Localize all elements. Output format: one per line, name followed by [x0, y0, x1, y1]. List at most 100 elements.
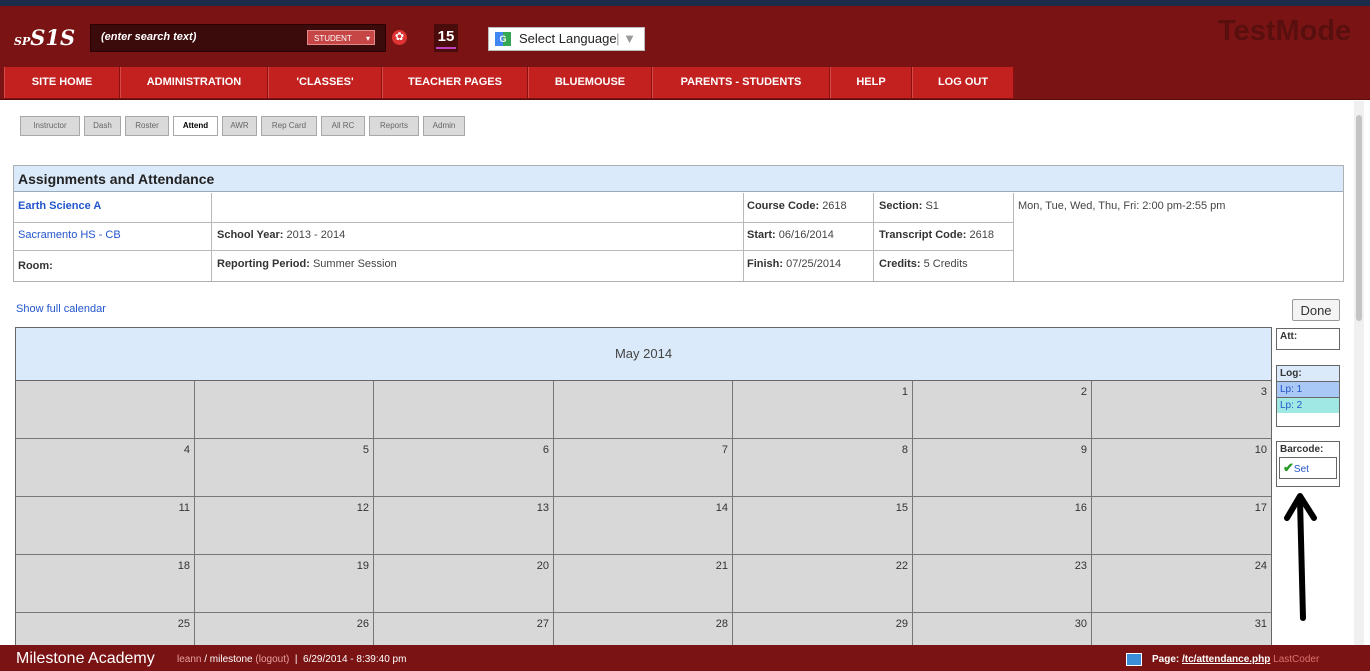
calendar-day-cell[interactable] [554, 381, 733, 439]
search-input[interactable] [99, 30, 293, 44]
tab-all-rc[interactable]: All RC [321, 116, 365, 136]
calendar: May 2014 1 2 3 4 5 6 7 8 9 10 11 12 13 14 15 16 17 18 19 20… [15, 327, 1272, 652]
barcode-box: Barcode: ✔Set [1276, 441, 1340, 487]
top-header: SPS1S STUDENT▾ ✿ 15 G Select Language | … [0, 0, 1370, 66]
last-coder: LastCoder [1273, 654, 1320, 666]
calendar-day-cell[interactable]: 14 [554, 497, 733, 555]
language-select[interactable]: G Select Language | ▼ [488, 27, 645, 51]
tab-admin[interactable]: Admin [423, 116, 465, 136]
nav-help[interactable]: HELP [830, 67, 912, 98]
mail-icon[interactable] [1126, 653, 1142, 666]
credits: Credits: 5 Credits [879, 258, 968, 270]
calendar-day-cell[interactable]: 24 [1092, 555, 1271, 613]
footer-bar: Milestone Academy leann / milestone (log… [0, 645, 1370, 671]
tab-instructor[interactable]: Instructor [20, 116, 80, 136]
divider [743, 193, 744, 281]
calendar-day-cell[interactable]: 20 [374, 555, 554, 613]
calendar-day-cell[interactable]: 6 [374, 439, 554, 497]
main-nav: SITE HOME ADMINISTRATION 'CLASSES' TEACH… [0, 66, 1370, 100]
gear-icon[interactable]: ✿ [392, 30, 407, 45]
test-mode-label: TestMode [1218, 15, 1352, 47]
nav-parents-students[interactable]: PARENTS - STUDENTS [652, 67, 830, 98]
nav-log-out[interactable]: LOG OUT [912, 67, 1014, 98]
page-path-link[interactable]: /tc/attendance.php [1182, 654, 1270, 665]
calendar-day-cell[interactable]: 19 [195, 555, 374, 613]
room-label: Room: [18, 260, 53, 272]
calendar-day-cell[interactable]: 5 [195, 439, 374, 497]
scrollbar[interactable] [1354, 101, 1364, 645]
log-box: Log: Lp: 1 Lp: 2 [1276, 365, 1340, 427]
tab-awr[interactable]: AWR [222, 116, 257, 136]
calendar-day-cell[interactable]: 22 [733, 555, 913, 613]
page-info: Page: /tc/attendance.php LastCoder [1126, 653, 1319, 666]
show-full-calendar-link[interactable]: Show full calendar [16, 303, 106, 315]
calendar-day-cell[interactable]: 16 [913, 497, 1092, 555]
calendar-day-cell[interactable]: 1 [733, 381, 913, 439]
class-schedule: Mon, Tue, Wed, Thu, Fri: 2:00 pm-2:55 pm [1018, 200, 1226, 212]
divider [211, 193, 212, 281]
tab-roster[interactable]: Roster [125, 116, 169, 136]
panel-title: Assignments and Attendance [14, 166, 1343, 192]
nav-classes[interactable]: 'CLASSES' [268, 67, 382, 98]
calendar-day-cell[interactable]: 7 [554, 439, 733, 497]
start-date: Start: 06/16/2014 [747, 229, 834, 241]
course-code: Course Code: 2618 [747, 200, 847, 212]
att-box[interactable]: Att: [1276, 328, 1340, 350]
timestamp: 6/29/2014 - 8:39:40 pm [303, 654, 407, 665]
calendar-day-cell[interactable] [195, 381, 374, 439]
calendar-day-cell[interactable]: 12 [195, 497, 374, 555]
nav-administration[interactable]: ADMINISTRATION [120, 67, 268, 98]
lp-2[interactable]: Lp: 2 [1277, 397, 1339, 413]
search-scope-select[interactable]: STUDENT ▾ [307, 30, 375, 45]
calendar-day-cell[interactable]: 10 [1092, 439, 1271, 497]
calendar-day-cell[interactable]: 21 [554, 555, 733, 613]
calendar-month-title: May 2014 [16, 328, 1271, 381]
chevron-down-icon: | ▼ [616, 31, 636, 46]
calendar-day-cell[interactable]: 4 [16, 439, 195, 497]
username-link[interactable]: leann [177, 654, 201, 665]
checkmark-icon: ✔ [1283, 460, 1294, 475]
calendar-day-cell[interactable] [16, 381, 195, 439]
school-name: Milestone Academy [16, 650, 155, 667]
calendar-day-cell[interactable]: 23 [913, 555, 1092, 613]
calendar-day-cell[interactable]: 9 [913, 439, 1092, 497]
divider [14, 250, 1014, 251]
course-name-link[interactable]: Earth Science A [18, 200, 101, 212]
course-info-panel: Assignments and Attendance Earth Science… [13, 165, 1344, 282]
reporting-period: Reporting Period: Summer Session [217, 258, 397, 270]
nav-teacher-pages[interactable]: TEACHER PAGES [382, 67, 528, 98]
calendar-day-cell[interactable]: 2 [913, 381, 1092, 439]
divider [1013, 193, 1014, 281]
user-info: leann / milestone (logout) | 6/29/2014 -… [177, 654, 407, 665]
tab-rep-card[interactable]: Rep Card [261, 116, 317, 136]
calendar-day-cell[interactable] [374, 381, 554, 439]
calendar-day-cell[interactable]: 11 [16, 497, 195, 555]
calendar-day-cell[interactable]: 3 [1092, 381, 1271, 439]
calendar-day-cell[interactable]: 8 [733, 439, 913, 497]
calendar-day-cell[interactable]: 13 [374, 497, 554, 555]
tab-reports[interactable]: Reports [369, 116, 419, 136]
notification-badge[interactable]: 15 [434, 24, 458, 52]
finish-date: Finish: 07/25/2014 [747, 258, 842, 270]
scroll-thumb[interactable] [1356, 115, 1362, 321]
up-arrow-annotation-icon [1284, 493, 1317, 621]
transcript-code: Transcript Code: 2618 [879, 229, 994, 241]
tab-dash[interactable]: Dash [84, 116, 121, 136]
chevron-down-icon: ▾ [365, 34, 370, 43]
lp-1[interactable]: Lp: 1 [1277, 381, 1339, 397]
nav-site-home[interactable]: SITE HOME [4, 67, 120, 98]
nav-bluemouse[interactable]: BLUEMOUSE [528, 67, 652, 98]
search-bar: STUDENT▾ ✿ [90, 24, 407, 52]
tab-attend[interactable]: Attend [173, 116, 218, 136]
school-year: School Year: 2013 - 2014 [217, 229, 346, 241]
calendar-day-cell[interactable]: 17 [1092, 497, 1271, 555]
logo[interactable]: SPS1S [14, 25, 75, 50]
calendar-day-cell[interactable]: 15 [733, 497, 913, 555]
calendar-day-cell[interactable]: 18 [16, 555, 195, 613]
school-link[interactable]: Sacramento HS - CB [18, 229, 121, 241]
section: Section: S1 [879, 200, 939, 212]
google-translate-icon: G [495, 32, 511, 46]
barcode-set-button[interactable]: ✔Set [1279, 457, 1337, 479]
logout-link[interactable]: (logout) [255, 654, 289, 665]
done-button[interactable]: Done [1292, 299, 1340, 321]
